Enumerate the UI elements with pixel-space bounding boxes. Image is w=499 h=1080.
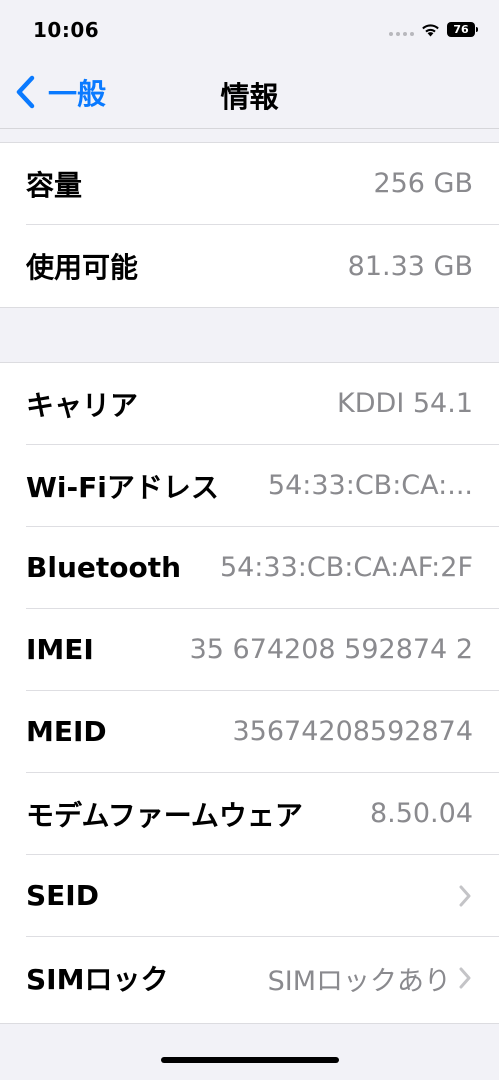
row-value: SIMロックあり xyxy=(267,965,451,997)
list-item-capacity: 容量 256 GB xyxy=(0,143,499,225)
chevron-right-icon xyxy=(459,967,471,989)
row-value: 54:33:CB:CA:AF:2F xyxy=(219,552,473,583)
list-item-meid[interactable]: MEID 35674208592874 xyxy=(0,691,499,773)
list-item-bluetooth[interactable]: Bluetooth 54:33:CB:CA:AF:2F xyxy=(0,527,499,609)
row-value: 256 GB xyxy=(373,168,473,199)
row-value: KDDI 54.1 xyxy=(337,388,473,419)
navigation-bar: 一般 情報 xyxy=(0,56,499,129)
row-label: SEID xyxy=(26,879,99,912)
battery-icon: 76 xyxy=(447,22,478,37)
row-label: MEID xyxy=(26,715,107,748)
status-bar: 10:06 76 xyxy=(0,0,499,56)
row-label: 容量 xyxy=(26,168,83,202)
row-value: 35674208592874 xyxy=(232,716,474,747)
network-group: キャリア KDDI 54.1 Wi-Fiアドレス 54:33:CB:CA:...… xyxy=(0,362,499,1024)
row-value: 81.33 GB xyxy=(347,250,473,282)
row-label: Bluetooth xyxy=(26,551,182,584)
status-time: 10:06 xyxy=(33,18,100,42)
row-value: 35 674208 592874 2 xyxy=(189,634,473,665)
cellular-signal-icon xyxy=(389,32,414,36)
row-label: モデムファームウェア xyxy=(26,798,303,832)
list-item-wifi-address[interactable]: Wi-Fiアドレス 54:33:CB:CA:... xyxy=(0,445,499,527)
row-label: キャリア xyxy=(26,388,139,422)
list-item-available: 使用可能 81.33 GB xyxy=(0,225,499,307)
row-value: 8.50.04 xyxy=(369,798,473,829)
list-item-seid[interactable]: SEID xyxy=(0,855,499,937)
row-label: SIMロック xyxy=(26,963,169,996)
list-item-imei[interactable]: IMEI 35 674208 592874 2 xyxy=(0,609,499,691)
list-item-sim-lock[interactable]: SIMロック SIMロックあり xyxy=(0,937,499,1019)
page-title: 情報 xyxy=(220,80,279,114)
list-item-carrier[interactable]: キャリア KDDI 54.1 xyxy=(0,363,499,445)
row-label: Wi-Fiアドレス xyxy=(26,470,219,504)
storage-group: 容量 256 GB 使用可能 81.33 GB xyxy=(0,142,499,308)
wifi-icon xyxy=(422,24,439,37)
list-item-modem-firmware[interactable]: モデムファームウェア 8.50.04 xyxy=(0,773,499,855)
chevron-right-icon xyxy=(459,885,471,906)
row-label: 使用可能 xyxy=(26,251,139,284)
home-indicator[interactable] xyxy=(161,1057,339,1063)
row-value: 54:33:CB:CA:... xyxy=(267,470,473,501)
row-label: IMEI xyxy=(26,633,94,666)
